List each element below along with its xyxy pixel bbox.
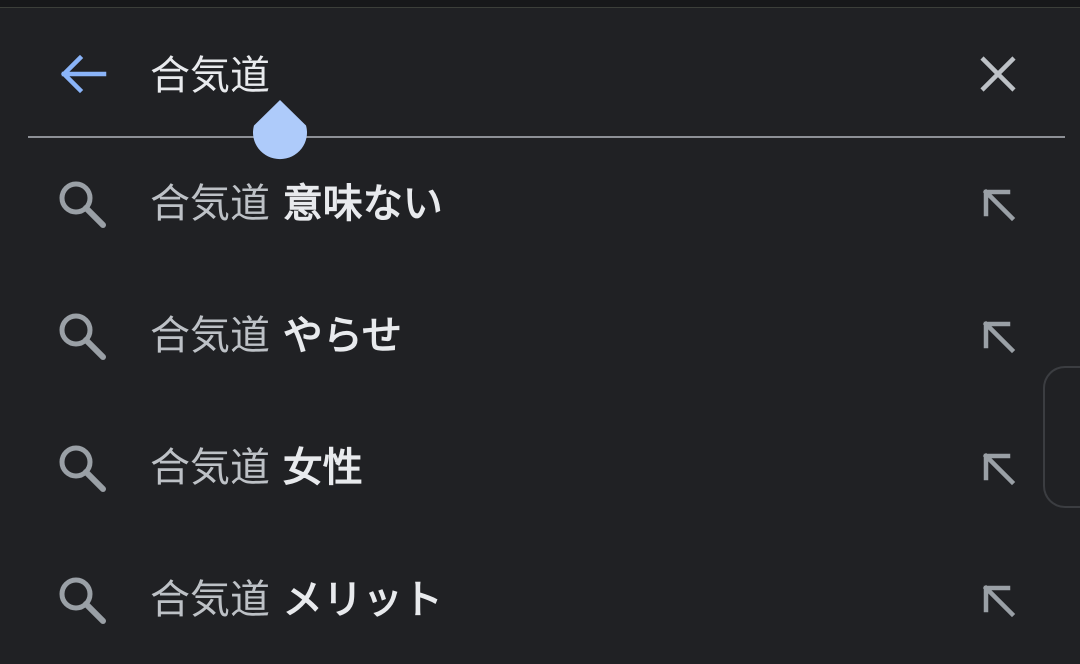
suggestion-prefix: 合気道 bbox=[150, 181, 270, 227]
search-bar bbox=[0, 8, 1080, 138]
suggestion-suffix: やらせ bbox=[282, 313, 402, 359]
back-button[interactable] bbox=[58, 50, 110, 98]
close-icon bbox=[980, 56, 1016, 92]
search-icon bbox=[56, 574, 108, 626]
suggestion-text: 合気道 メリット bbox=[150, 576, 443, 624]
arrow-up-left-icon bbox=[982, 584, 1016, 618]
search-icon bbox=[56, 310, 108, 362]
arrow-back-icon bbox=[60, 54, 107, 94]
fill-query-button[interactable] bbox=[972, 178, 1024, 230]
search-screen: 合気道 意味ない 合気道 やらせ bbox=[0, 0, 1080, 664]
suggestion-item[interactable]: 合気道 意味ない bbox=[0, 140, 1080, 272]
clear-button[interactable] bbox=[972, 48, 1024, 100]
fill-query-button[interactable] bbox=[972, 310, 1024, 362]
suggestion-suffix: メリット bbox=[282, 577, 443, 623]
fill-query-button[interactable] bbox=[972, 442, 1024, 494]
search-underline bbox=[28, 136, 1065, 138]
suggestion-text: 合気道 やらせ bbox=[150, 312, 402, 360]
search-input[interactable] bbox=[150, 44, 940, 100]
suggestion-item[interactable]: 合気道 メリット bbox=[0, 536, 1080, 664]
search-icon bbox=[56, 442, 108, 494]
suggestion-prefix: 合気道 bbox=[150, 313, 270, 359]
search-icon bbox=[56, 178, 108, 230]
suggestion-suffix: 女性 bbox=[282, 445, 363, 491]
suggestion-item[interactable]: 合気道 やらせ bbox=[0, 272, 1080, 404]
arrow-up-left-icon bbox=[982, 452, 1016, 486]
arrow-up-left-icon bbox=[982, 188, 1016, 222]
status-bar-edge bbox=[0, 0, 1080, 8]
edge-panel-handle[interactable] bbox=[1043, 366, 1080, 508]
suggestion-prefix: 合気道 bbox=[150, 445, 270, 491]
fill-query-button[interactable] bbox=[972, 574, 1024, 626]
suggestion-prefix: 合気道 bbox=[150, 577, 270, 623]
arrow-up-left-icon bbox=[982, 320, 1016, 354]
suggestion-item[interactable]: 合気道 女性 bbox=[0, 404, 1080, 536]
suggestion-text: 合気道 女性 bbox=[150, 444, 363, 492]
suggestion-text: 合気道 意味ない bbox=[150, 180, 443, 228]
suggestion-list: 合気道 意味ない 合気道 やらせ 合気道 女性 合気道 メリット bbox=[0, 140, 1080, 664]
suggestion-suffix: 意味ない bbox=[282, 181, 443, 227]
